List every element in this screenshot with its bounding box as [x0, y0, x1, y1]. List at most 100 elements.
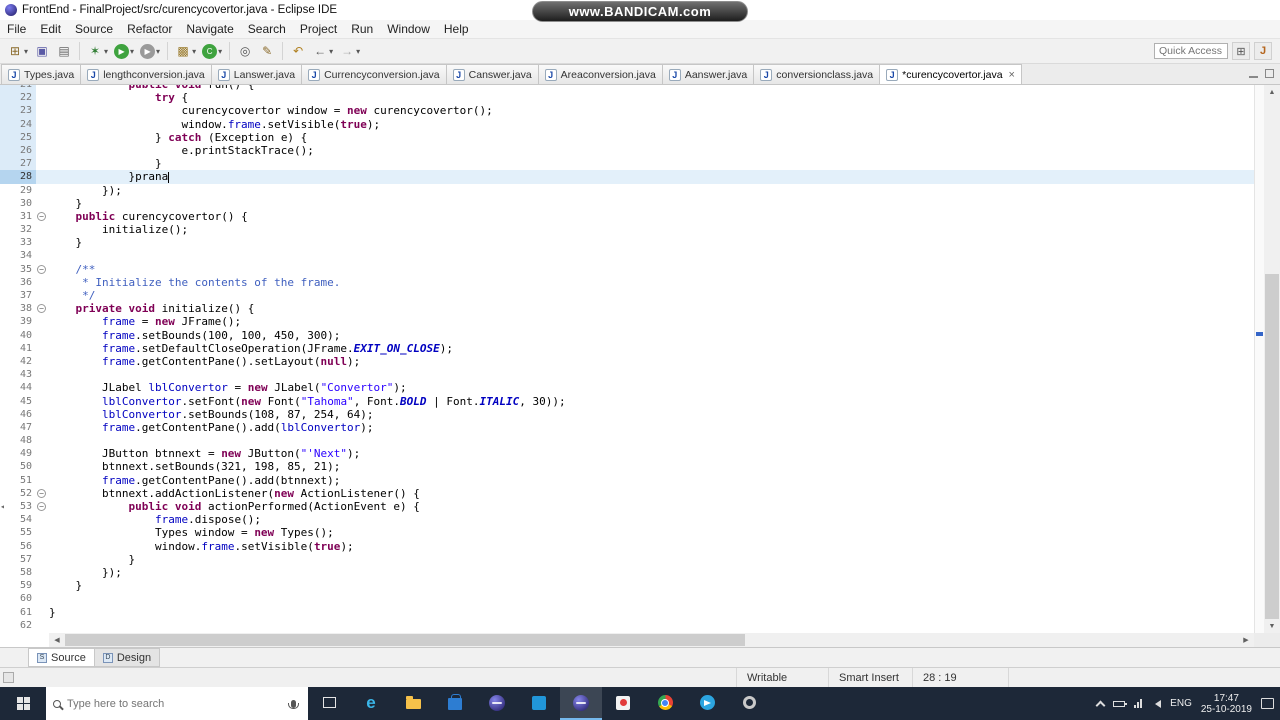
menu-window[interactable]: Window: [380, 20, 437, 38]
view-tab-source[interactable]: S Source: [28, 648, 95, 667]
tab-aanswer-java[interactable]: J Aanswer.java: [661, 64, 755, 84]
menu-search[interactable]: Search: [241, 20, 293, 38]
code-text[interactable]: });: [49, 566, 1254, 579]
view-tab-design[interactable]: D Design: [93, 648, 161, 667]
code-text[interactable]: }: [49, 236, 1254, 249]
scroll-left-icon[interactable]: ◀: [49, 633, 65, 647]
code-text[interactable]: } catch (Exception e) {: [49, 131, 1254, 144]
code-text[interactable]: Types window = new Types();: [49, 526, 1254, 539]
code-text[interactable]: frame.dispose();: [49, 513, 1254, 526]
collapse-icon[interactable]: −: [37, 264, 46, 274]
trim-stack-icon[interactable]: [3, 672, 14, 683]
battery-icon[interactable]: [1113, 700, 1128, 707]
back-button[interactable]: ← ▾: [310, 40, 335, 62]
horizontal-scroll-track[interactable]: [65, 633, 1238, 647]
volume-icon[interactable]: [1151, 699, 1162, 708]
code-text[interactable]: window.frame.setVisible(true);: [49, 118, 1254, 131]
save-button[interactable]: ▣: [32, 40, 52, 62]
language-indicator[interactable]: ENG: [1170, 698, 1192, 709]
menu-edit[interactable]: Edit: [33, 20, 68, 38]
code-text[interactable]: */: [49, 289, 1254, 302]
horizontal-scroll-thumb[interactable]: [65, 634, 746, 646]
maximize-view-icon[interactable]: [1265, 69, 1274, 78]
code-text[interactable]: JLabel lblConvertor = new JLabel("Conver…: [49, 381, 1254, 394]
code-text[interactable]: [49, 368, 1254, 381]
code-text[interactable]: JButton btnnext = new JButton("'Next");: [49, 447, 1254, 460]
code-text[interactable]: try {: [49, 91, 1254, 104]
annotate-button[interactable]: ✎: [257, 40, 277, 62]
code-text[interactable]: }prana: [49, 170, 1254, 184]
code-text[interactable]: lblConvertor.setFont(new Font("Tahoma", …: [49, 395, 1254, 408]
code-text[interactable]: });: [49, 184, 1254, 197]
taskbar-clock[interactable]: 17:47 25-10-2019: [1201, 693, 1252, 715]
code-text[interactable]: frame.getContentPane().setLayout(null);: [49, 355, 1254, 368]
scroll-right-icon[interactable]: ▶: [1238, 633, 1254, 647]
menu-help[interactable]: Help: [437, 20, 476, 38]
code-text[interactable]: btnnext.setBounds(321, 198, 85, 21);: [49, 460, 1254, 473]
tab-areaconversion-java[interactable]: J Areaconversion.java: [537, 64, 663, 84]
code-text[interactable]: window.frame.setVisible(true);: [49, 540, 1254, 553]
tab-lanswer-java[interactable]: J Lanswer.java: [210, 64, 303, 84]
new-wizard-button[interactable]: ⊞ ▾: [5, 40, 30, 62]
photos-app-button[interactable]: [518, 687, 560, 720]
tab-conversionclass-java[interactable]: Jconversionclass.java: [753, 64, 881, 84]
code-text[interactable]: }: [49, 157, 1254, 170]
edge-app-button[interactable]: e: [350, 687, 392, 720]
code-text[interactable]: /**: [49, 263, 1254, 276]
debug-button[interactable]: ✶ ▾: [85, 40, 110, 62]
last-edit-location-button[interactable]: ↶: [288, 40, 308, 62]
code-text[interactable]: * Initialize the contents of the frame.: [49, 276, 1254, 289]
search-button[interactable]: ◎: [235, 40, 255, 62]
print-button[interactable]: ▤: [54, 40, 74, 62]
horizontal-scrollbar[interactable]: ◀ ▶: [0, 633, 1280, 647]
collapse-icon[interactable]: −: [37, 502, 46, 511]
tab-types-java[interactable]: J Types.java: [1, 64, 82, 84]
chrome-app-button[interactable]: [644, 687, 686, 720]
collapse-icon[interactable]: −: [37, 304, 46, 314]
menu-run[interactable]: Run: [344, 20, 380, 38]
java-perspective-button[interactable]: J: [1254, 42, 1272, 60]
menu-project[interactable]: Project: [293, 20, 344, 38]
code-area[interactable]: 21 public void run() {22 try {23 curency…: [0, 85, 1254, 633]
forward-button[interactable]: → ▾: [337, 40, 362, 62]
new-java-project-button[interactable]: ▩ ▾: [173, 40, 198, 62]
scroll-down-icon[interactable]: ▼: [1264, 619, 1280, 633]
code-text[interactable]: }: [49, 606, 1254, 619]
run-button[interactable]: ▶ ▾: [112, 40, 136, 62]
collapse-icon[interactable]: −: [37, 211, 46, 221]
code-text[interactable]: frame.getContentPane().add(btnnext);: [49, 474, 1254, 487]
code-text[interactable]: public void actionPerformed(ActionEvent …: [49, 500, 1254, 513]
bandicam-app-button[interactable]: [602, 687, 644, 720]
code-text[interactable]: frame.setDefaultCloseOperation(JFrame.EX…: [49, 342, 1254, 355]
eclipse-app-button[interactable]: [476, 687, 518, 720]
code-text[interactable]: curencycovertor window = new curencycove…: [49, 104, 1254, 117]
code-text[interactable]: [49, 619, 1254, 632]
overview-ruler[interactable]: [1254, 85, 1264, 633]
minimize-view-icon[interactable]: [1249, 69, 1258, 78]
start-button[interactable]: [0, 687, 46, 720]
store-app-button[interactable]: [434, 687, 476, 720]
chevron-up-icon[interactable]: [1095, 700, 1106, 710]
close-tab-icon[interactable]: ×: [1009, 69, 1015, 81]
vertical-scroll-thumb[interactable]: [1265, 274, 1279, 619]
file-explorer-button[interactable]: [392, 687, 434, 720]
code-text[interactable]: [49, 592, 1254, 605]
code-text[interactable]: [49, 434, 1254, 447]
action-center-icon[interactable]: [1261, 698, 1274, 709]
quick-access-input[interactable]: [1154, 43, 1228, 59]
menu-refactor[interactable]: Refactor: [120, 20, 179, 38]
telegram-app-button[interactable]: [686, 687, 728, 720]
task-view-button[interactable]: [308, 687, 350, 720]
code-text[interactable]: }: [49, 579, 1254, 592]
code-text[interactable]: initialize();: [49, 223, 1254, 236]
eclipse-window-button[interactable]: [560, 687, 602, 720]
taskbar-search-input[interactable]: [67, 697, 285, 710]
code-text[interactable]: }: [49, 553, 1254, 566]
code-text[interactable]: frame = new JFrame();: [49, 315, 1254, 328]
settings-app-button[interactable]: [728, 687, 770, 720]
tab-curencycovertor-java[interactable]: J *curencycovertor.java ×: [879, 64, 1022, 84]
external-tools-button[interactable]: ▶ ▾: [138, 40, 162, 62]
tab-lengthconversion-java[interactable]: Jlengthconversion.java: [80, 64, 212, 84]
code-text[interactable]: e.printStackTrace();: [49, 144, 1254, 157]
tab-currencyconversion-java[interactable]: J Currencyconversion.java: [301, 64, 447, 84]
